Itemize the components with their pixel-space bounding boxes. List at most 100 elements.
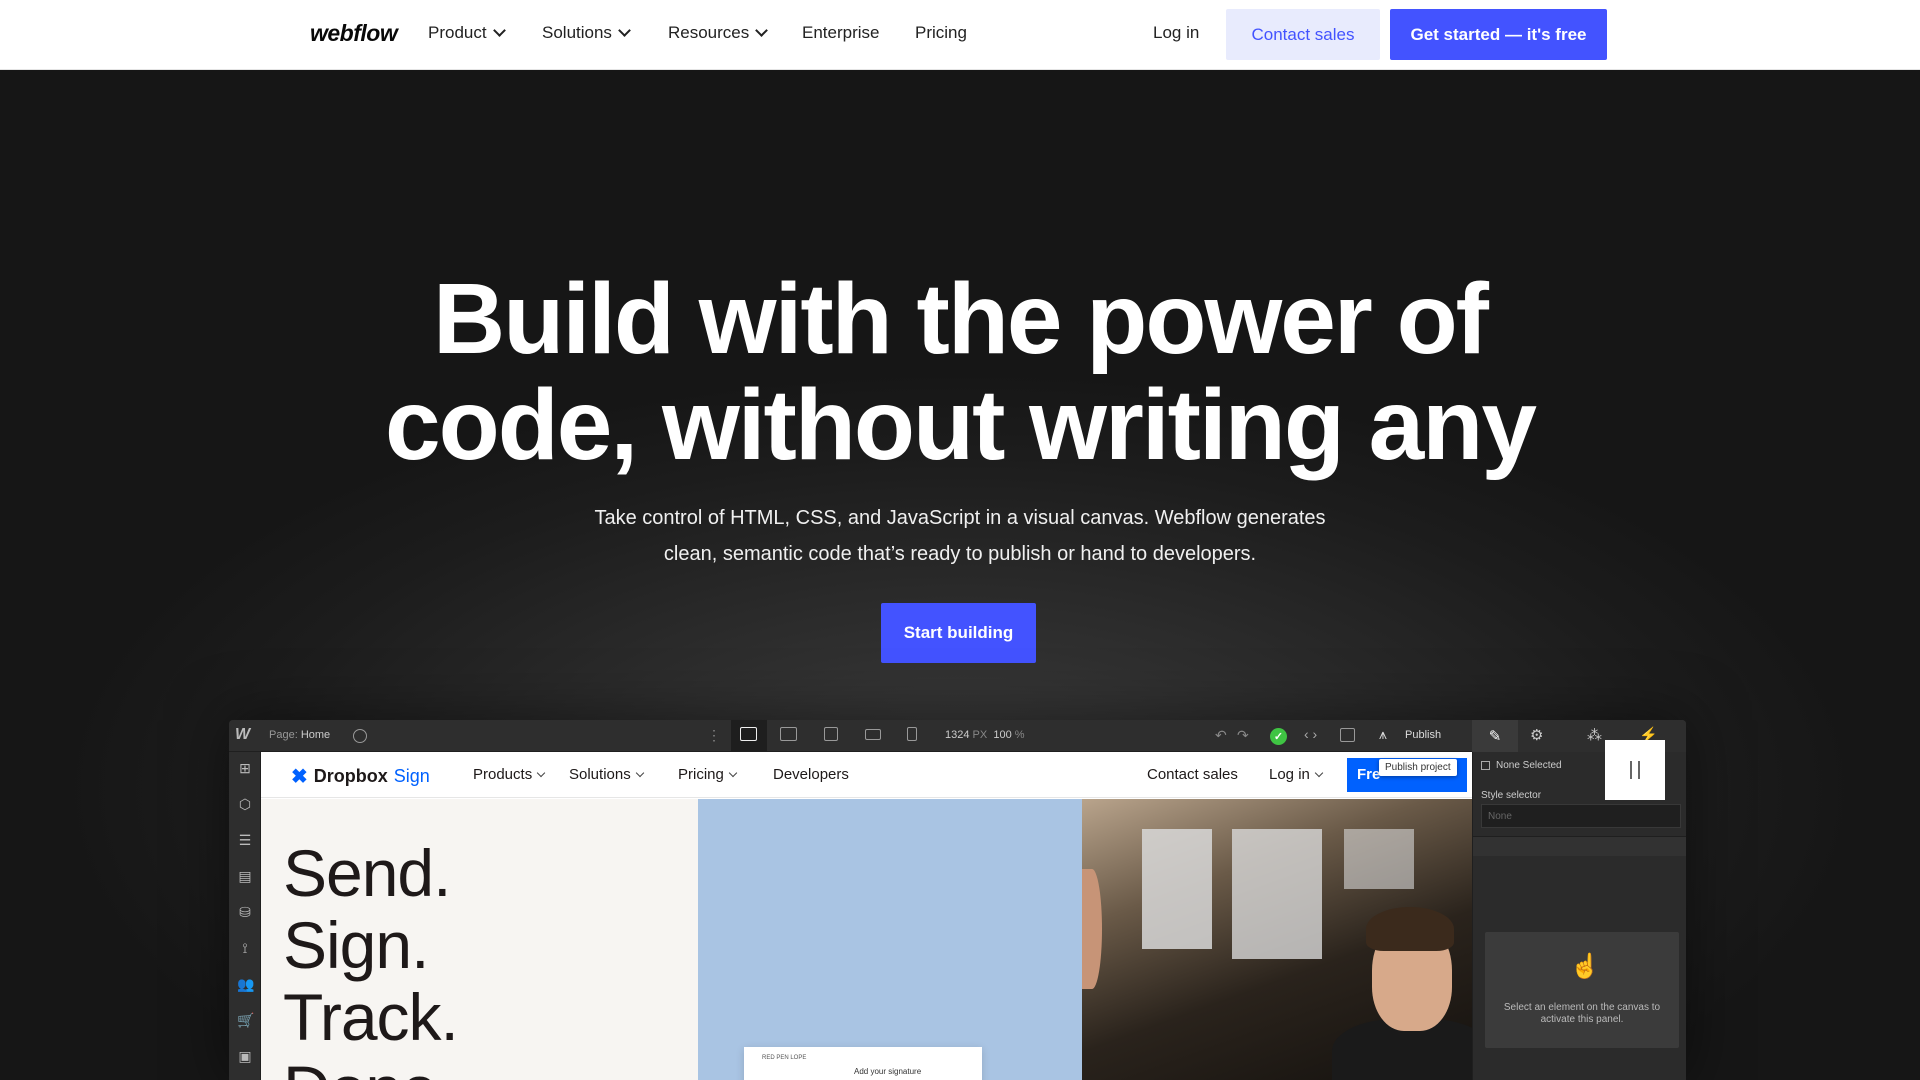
designer-toolbar: W Page: Home ⋮ 1324 PX 100 % ↶ ↷ ✓ ‹ › ⩚… xyxy=(229,720,1686,752)
logic-icon[interactable]: ⟟ xyxy=(237,940,253,956)
mobile-portrait-breakpoint-icon[interactable] xyxy=(907,727,917,741)
zoom-level: 100 xyxy=(993,729,1012,741)
designer-canvas[interactable]: ✖ Dropbox Sign Products Solutions Pricin… xyxy=(261,752,1472,1080)
style-manager-icon[interactable]: ⁂ xyxy=(1587,726,1602,744)
style-panel: None Selected Style selector None ☝ Sele… xyxy=(1472,752,1686,1080)
publish-tooltip: Publish project xyxy=(1379,759,1457,776)
publish-button[interactable]: Publish xyxy=(1405,729,1441,741)
publish-icon[interactable]: ⩚ xyxy=(1379,726,1387,743)
style-selector-input[interactable]: None xyxy=(1481,804,1681,828)
site-nav-developers[interactable]: Developers xyxy=(773,766,849,783)
components-icon[interactable]: ⬡ xyxy=(237,796,253,812)
settings-gear-icon[interactable]: ⚙ xyxy=(1530,726,1543,744)
pause-video-button[interactable] xyxy=(1605,740,1665,800)
desktop-breakpoint-icon[interactable] xyxy=(740,727,757,741)
pointer-hand-icon: ☝ xyxy=(1570,953,1600,980)
site-nav-solutions[interactable]: Solutions xyxy=(569,766,644,783)
photo-window xyxy=(1142,829,1212,949)
pause-icon xyxy=(1630,761,1632,779)
tablet-breakpoint-icon[interactable] xyxy=(824,727,838,741)
site-nav-solutions-label: Solutions xyxy=(569,766,631,783)
large-desktop-breakpoint-icon[interactable] xyxy=(780,727,797,741)
canvas-width: 1324 xyxy=(945,729,970,741)
webflow-logo[interactable]: webflow xyxy=(310,20,398,47)
top-navigation: webflow Product Solutions Resources Ente… xyxy=(0,0,1920,70)
site-hero-line: Done. xyxy=(283,1053,458,1080)
saved-check-icon: ✓ xyxy=(1270,728,1287,745)
site-login-label: Log in xyxy=(1269,766,1310,783)
hero-title: Build with the power of code, without wr… xyxy=(0,266,1920,478)
none-selected-indicator: None Selected xyxy=(1481,760,1562,771)
site-navigation: ✖ Dropbox Sign Products Solutions Pricin… xyxy=(261,752,1472,798)
canvas-unit: PX xyxy=(972,729,988,741)
zoom-unit: % xyxy=(1014,729,1025,741)
site-hero-photo xyxy=(1082,799,1472,1080)
site-nav-products[interactable]: Products xyxy=(473,766,546,783)
pause-icon xyxy=(1638,761,1640,779)
hero-subtitle-line-2: clean, semantic code that’s ready to pub… xyxy=(663,543,1257,565)
site-contact-sales-label: Contact sales xyxy=(1147,766,1238,783)
start-building-button[interactable]: Start building xyxy=(881,603,1036,663)
brand-suffix: Sign xyxy=(393,766,430,786)
navigator-icon[interactable]: ☰ xyxy=(237,832,253,848)
page-name: Home xyxy=(300,729,331,741)
signature-card: RED PEN LOPE Add your signature xyxy=(744,1047,982,1080)
nav-solutions-label: Solutions xyxy=(542,23,612,42)
nav-solutions[interactable]: Solutions xyxy=(542,23,631,43)
designer-left-toolbar: ⊞ ⬡ ☰ ▤ ⛁ ⟟ 👥 🛒 ▣ xyxy=(229,752,261,1080)
brand-name: Dropbox xyxy=(313,766,388,786)
hero-subtitle: Take control of HTML, CSS, and JavaScrip… xyxy=(560,500,1360,572)
contact-sales-button[interactable]: Contact sales xyxy=(1226,9,1380,60)
chevron-down-icon xyxy=(536,768,546,778)
nav-pricing[interactable]: Pricing xyxy=(915,23,967,43)
designer-logo[interactable]: W xyxy=(235,726,250,744)
select-element-hint: Select an element on the canvas to activ… xyxy=(1503,1002,1661,1025)
pages-icon[interactable]: ▤ xyxy=(237,868,253,884)
preview-eye-icon[interactable] xyxy=(353,729,367,743)
site-hero-line: Sign. xyxy=(283,908,429,982)
login-link[interactable]: Log in xyxy=(1153,23,1199,43)
site-nav-products-label: Products xyxy=(473,766,533,783)
redo-icon[interactable]: ↷ xyxy=(1237,727,1249,744)
panel-divider xyxy=(1473,836,1686,856)
signature-card-text: Add your signature xyxy=(854,1067,922,1076)
site-hero-line: Send. xyxy=(283,836,451,910)
site-hero-title: Send. Sign. Track. Done. xyxy=(283,836,459,1080)
site-nav-pricing[interactable]: Pricing xyxy=(678,766,738,783)
site-nav-pricing-label: Pricing xyxy=(678,766,724,783)
chevron-down-icon xyxy=(492,24,506,37)
nav-product[interactable]: Product xyxy=(428,23,506,43)
site-hero-blue-panel: RED PEN LOPE Add your signature xyxy=(698,799,1082,1080)
nav-pricing-label: Pricing xyxy=(915,23,967,42)
nav-enterprise[interactable]: Enterprise xyxy=(802,23,879,43)
dropbox-logo-icon: ✖ xyxy=(291,766,308,788)
signature-card-label: RED PEN LOPE xyxy=(762,1055,807,1061)
chevron-down-icon xyxy=(1314,768,1324,778)
hero-title-line-1: Build with the power of xyxy=(433,263,1489,375)
site-nav-developers-label: Developers xyxy=(773,766,849,783)
more-options-icon[interactable]: ⋮ xyxy=(707,727,721,744)
dropbox-sign-logo[interactable]: ✖ Dropbox Sign xyxy=(291,764,430,789)
nav-resources[interactable]: Resources xyxy=(668,23,769,43)
site-login-link[interactable]: Log in xyxy=(1269,766,1324,783)
photo-person-hair xyxy=(1366,907,1454,951)
chevron-down-icon xyxy=(635,768,644,778)
nav-resources-label: Resources xyxy=(668,23,750,42)
chevron-down-icon xyxy=(728,768,738,778)
users-icon[interactable]: 👥 xyxy=(237,976,254,992)
assets-icon[interactable]: ▣ xyxy=(237,1048,253,1064)
chevron-down-icon xyxy=(755,24,769,37)
add-elements-icon[interactable]: ⊞ xyxy=(237,760,253,776)
photo-person-left xyxy=(1082,869,1102,989)
site-contact-sales-link[interactable]: Contact sales xyxy=(1147,766,1238,783)
style-brush-icon[interactable]: ✎ xyxy=(1472,720,1518,752)
get-started-button[interactable]: Get started — it's free xyxy=(1390,9,1607,60)
undo-icon[interactable]: ↶ xyxy=(1215,727,1227,744)
page-selector[interactable]: Page: Home xyxy=(269,729,330,741)
mobile-landscape-breakpoint-icon[interactable] xyxy=(865,729,881,740)
code-export-icon[interactable]: ‹ › xyxy=(1304,726,1317,742)
cms-icon[interactable]: ⛁ xyxy=(237,904,253,920)
site-hero-line: Track. xyxy=(283,980,459,1054)
share-icon[interactable] xyxy=(1340,728,1355,742)
ecommerce-cart-icon[interactable]: 🛒 xyxy=(237,1012,254,1028)
